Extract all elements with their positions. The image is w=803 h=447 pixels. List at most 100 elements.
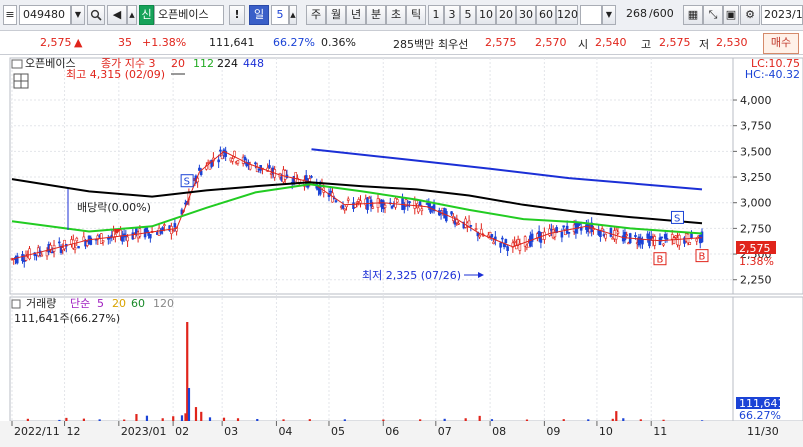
signal-marker-label: S — [674, 213, 680, 224]
count-total: /600 — [649, 7, 674, 20]
buy-button[interactable]: 매수 — [763, 33, 799, 54]
date-tick-label: 04 — [278, 425, 292, 438]
signal-marker-label: S — [184, 177, 190, 188]
volume-bar — [58, 419, 61, 421]
candle-body — [478, 235, 481, 238]
volume-bar — [135, 414, 138, 421]
tab-year[interactable]: 년 — [346, 5, 366, 25]
candle-body — [445, 211, 448, 222]
interval-1[interactable]: 1 — [428, 5, 444, 25]
gear-icon[interactable]: ⚙ — [740, 5, 760, 25]
speaker-icon[interactable]: ◀︎ — [107, 5, 127, 25]
interval-10[interactable]: 10 — [476, 5, 496, 25]
candle-body — [513, 241, 516, 243]
interval-5[interactable]: 5 — [460, 5, 476, 25]
tab-minute[interactable]: 분 — [366, 5, 386, 25]
volume-bar — [701, 420, 704, 421]
candle-body — [220, 154, 224, 160]
candle-body — [490, 234, 494, 238]
bid-price: 2,570 — [535, 36, 567, 49]
change-percent: +1.38% — [142, 36, 187, 49]
candle-body — [480, 228, 483, 235]
price-volume-chart[interactable]: 4,0003,7503,5003,2503,0002,7502,5002,250… — [0, 55, 803, 444]
tab-second[interactable]: 초 — [386, 5, 406, 25]
price-tick-label: 3,750 — [740, 120, 772, 133]
interval-20[interactable]: 20 — [496, 5, 516, 25]
interval-120[interactable]: 120 — [556, 5, 578, 25]
interval-30[interactable]: 30 — [516, 5, 536, 25]
candle-body — [600, 228, 604, 231]
interval-3[interactable]: 3 — [444, 5, 460, 25]
search-icon[interactable] — [87, 5, 105, 25]
date-tick-label: 11 — [653, 425, 667, 438]
date-tick-label: 2022/11 — [14, 425, 60, 438]
date-tick-label: 11/30 — [747, 425, 779, 438]
stock-name[interactable]: 오픈베이스 — [154, 5, 224, 25]
signal-marker-label: B — [656, 255, 663, 266]
candle-body — [170, 226, 173, 234]
candle-body — [268, 165, 271, 168]
candle-body — [415, 200, 418, 204]
interval-dropdown-icon[interactable]: ▼ — [602, 5, 616, 25]
tab-day[interactable]: 일 — [249, 5, 269, 25]
date-tick-label: 10 — [599, 425, 613, 438]
volume-bar — [208, 417, 212, 421]
zoom-icon[interactable]: ⤡ — [703, 5, 723, 25]
candle-body — [231, 158, 234, 162]
price-value: 2,575 — [40, 36, 72, 49]
volume-bar — [123, 419, 126, 421]
volume-bar — [343, 419, 346, 421]
legend-ma-112: 112 — [193, 57, 214, 70]
prev-next-icon[interactable]: ▲ — [127, 5, 137, 25]
count-value[interactable]: 268 — [619, 5, 649, 25]
candle-body — [599, 230, 602, 237]
grid-icon[interactable]: ▦ — [683, 5, 703, 25]
tab-tick[interactable]: 틱 — [406, 5, 426, 25]
period-number[interactable]: 5 — [271, 5, 289, 25]
save-icon[interactable]: ▣ — [723, 5, 739, 25]
candle-body — [57, 241, 61, 244]
interval-custom-input[interactable] — [580, 5, 602, 25]
candle-body — [353, 204, 357, 208]
menu-icon[interactable]: ≡ — [3, 5, 17, 25]
interval-60[interactable]: 60 — [536, 5, 556, 25]
stock-code-input[interactable]: 049480 — [19, 5, 71, 25]
volume-bar — [562, 419, 565, 421]
candle-body — [236, 160, 240, 164]
volume-bar — [615, 411, 618, 421]
volume-bar — [145, 415, 149, 421]
candle-body — [634, 235, 637, 237]
volume-bar — [611, 418, 614, 421]
last-price-percent: 1.38% — [739, 255, 774, 268]
candle-body — [609, 227, 613, 237]
candle-body — [614, 229, 618, 240]
market-badge: 신 — [139, 5, 154, 25]
legend-ma-448: 448 — [243, 57, 264, 70]
date-input[interactable]: 2023/1 — [761, 5, 803, 25]
candle-body — [672, 237, 676, 244]
candle-body — [359, 200, 362, 204]
settings-icon[interactable] — [13, 73, 29, 89]
candle-body — [40, 254, 44, 257]
volume-bar — [478, 415, 481, 421]
candle-body — [145, 227, 149, 233]
tab-month[interactable]: 월 — [326, 5, 346, 25]
volume-ratio: 66.27% — [273, 36, 315, 49]
period-spin-icon[interactable]: ▲ — [289, 5, 297, 25]
date-tick-label: 02 — [175, 425, 189, 438]
volume-legend-ma-5: 5 — [97, 297, 104, 310]
candle-body — [149, 234, 152, 239]
candle-body — [560, 231, 564, 238]
candle-body — [457, 222, 460, 225]
date-tick-label: 03 — [224, 425, 238, 438]
chevron-down-icon[interactable]: ▼ — [71, 5, 85, 25]
tab-week[interactable]: 주 — [306, 5, 326, 25]
alert-icon[interactable]: ! — [229, 5, 245, 25]
date-tick-label: 05 — [331, 425, 345, 438]
candle-body — [254, 162, 257, 165]
candle-body — [219, 149, 222, 152]
volume-bar — [282, 419, 285, 421]
volume-legend-ma-20: 20 — [112, 297, 126, 310]
volume-bar — [382, 419, 385, 421]
annotation-low: 최저 2,325 (07/26) — [362, 269, 461, 282]
